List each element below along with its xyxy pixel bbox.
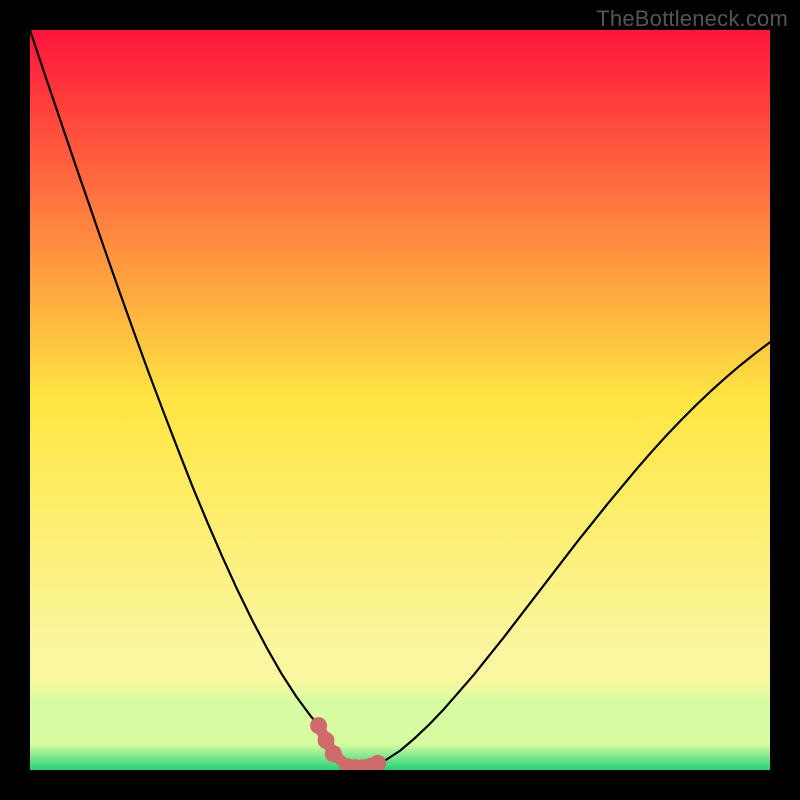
marker-point — [325, 745, 342, 762]
chart-background — [30, 30, 770, 770]
chart-frame: TheBottleneck.com — [0, 0, 800, 800]
chart-svg — [30, 30, 770, 770]
marker-point — [310, 717, 327, 734]
watermark-text: TheBottleneck.com — [596, 6, 788, 32]
bottleneck-chart — [30, 30, 770, 770]
